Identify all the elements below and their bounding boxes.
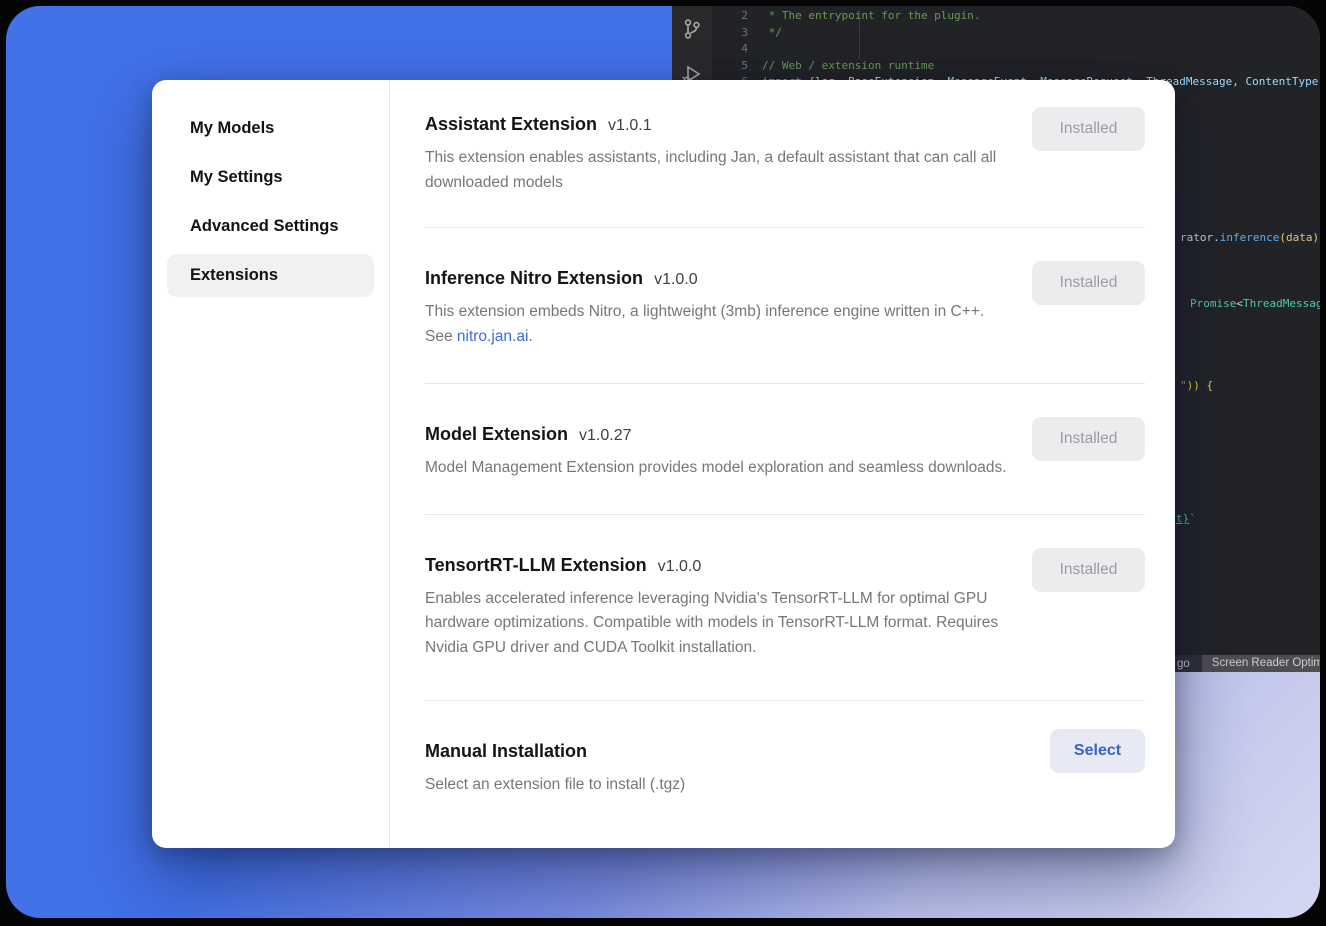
- extension-entry: Inference Nitro Extension v1.0.0 This ext…: [425, 228, 1145, 349]
- sidebar-item-advanced-settings[interactable]: Advanced Settings: [167, 205, 374, 248]
- manual-installation-entry: Manual Installation Select an extension …: [425, 701, 1145, 798]
- installed-button[interactable]: Installed: [1032, 261, 1145, 305]
- extension-version: v1.0.27: [579, 427, 631, 444]
- code-fragment: rator.inference(data));: [1180, 230, 1320, 247]
- extension-entry: TensortRT-LLM Extension v1.0.0 Enables ac…: [425, 515, 1145, 661]
- extension-version: v1.0.1: [608, 117, 652, 134]
- extensions-list: Assistant Extension v1.0.1 This extension…: [390, 80, 1175, 848]
- code-line: 4: [712, 41, 1320, 58]
- source-control-icon[interactable]: [680, 17, 704, 41]
- code-fragment: t}`: [1176, 511, 1196, 528]
- extension-version: v1.0.0: [654, 271, 698, 288]
- settings-sidebar: My Models My Settings Advanced Settings …: [152, 80, 390, 848]
- sidebar-item-my-models[interactable]: My Models: [167, 107, 374, 150]
- line-number: 5: [712, 58, 762, 75]
- nitro-jan-ai-link[interactable]: nitro.jan.ai.: [457, 328, 533, 345]
- extension-description: This extension embeds Nitro, a lightweig…: [425, 300, 1010, 349]
- installed-button[interactable]: Installed: [1032, 548, 1145, 592]
- sidebar-item-my-settings[interactable]: My Settings: [167, 156, 374, 199]
- extension-name: Assistant Extension: [425, 114, 597, 134]
- extension-entry: Assistant Extension v1.0.1 This extension…: [425, 80, 1145, 195]
- extension-name: Manual Installation: [425, 741, 587, 761]
- desktop-background: 2 * The entrypoint for the plugin. 3 */ …: [6, 6, 1320, 918]
- extension-name: Model Extension: [425, 424, 568, 444]
- installed-button[interactable]: Installed: [1032, 417, 1145, 461]
- code-fragment: ")) {: [1180, 378, 1213, 395]
- select-file-button[interactable]: Select: [1050, 729, 1145, 773]
- extension-name: Inference Nitro Extension: [425, 268, 643, 288]
- installed-button[interactable]: Installed: [1032, 107, 1145, 151]
- extension-description: Select an extension file to install (.tg…: [425, 773, 685, 798]
- extension-name: TensortRT-LLM Extension: [425, 555, 647, 575]
- line-number: 4: [712, 41, 762, 58]
- extension-description: Enables accelerated inference leveraging…: [425, 587, 1010, 661]
- extension-version: v1.0.0: [658, 558, 702, 575]
- code-area: 2 * The entrypoint for the plugin. 3 */ …: [712, 8, 1320, 91]
- code-line: 5// Web / extension runtime: [712, 58, 1320, 75]
- extension-description: Model Management Extension provides mode…: [425, 456, 1007, 481]
- status-fragment: go: [1177, 658, 1190, 670]
- line-number: 3: [712, 25, 762, 42]
- code-line: 2 * The entrypoint for the plugin.: [712, 8, 1320, 25]
- extension-description: This extension enables assistants, inclu…: [425, 146, 1010, 195]
- screen-reader-status-item[interactable]: Screen Reader Optimize: [1202, 655, 1320, 672]
- code-fragment: Promise<ThreadMessage>: [1190, 296, 1320, 313]
- code-line: 3 */: [712, 25, 1320, 42]
- line-number: 2: [712, 8, 762, 25]
- extension-entry: Model Extension v1.0.27 Model Management …: [425, 384, 1145, 481]
- sidebar-item-extensions[interactable]: Extensions: [167, 254, 374, 297]
- settings-modal: My Models My Settings Advanced Settings …: [152, 80, 1175, 848]
